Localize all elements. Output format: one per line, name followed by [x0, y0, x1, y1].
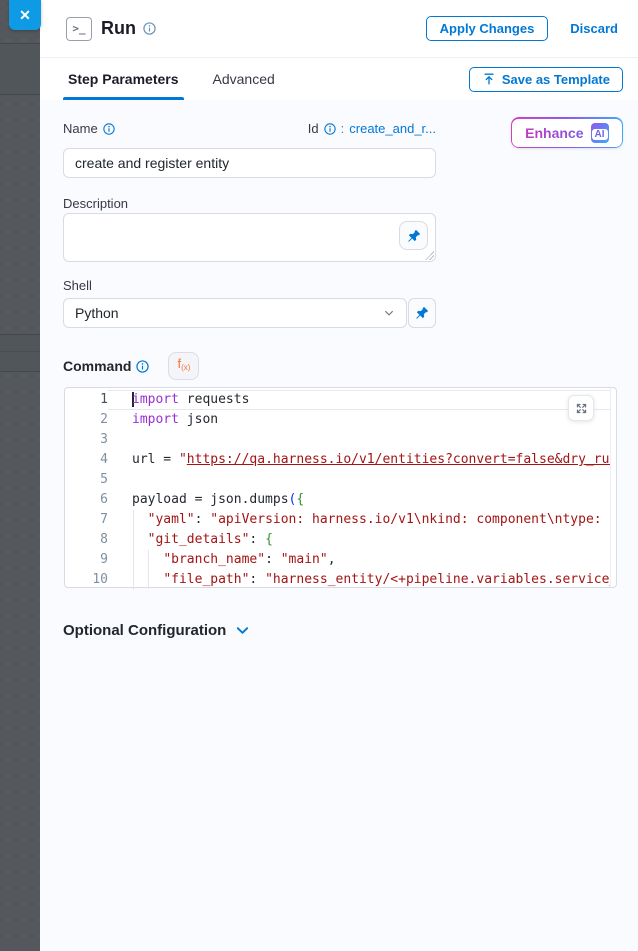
pipeline-canvas-strip	[0, 0, 40, 951]
code-line[interactable]: 7 "yaml": "apiVersion: harness.io/v1\nki…	[65, 510, 610, 530]
command-info-icon[interactable]	[136, 360, 149, 373]
expand-icon	[575, 402, 588, 415]
command-editor-lines: 1import requests2import json34url = "htt…	[65, 390, 610, 587]
id-value: create_and_r...	[349, 121, 436, 136]
shell-label: Shell	[63, 278, 92, 293]
step-parameters-panel: Enhance AI Name Id	[40, 100, 638, 951]
description-label: Description	[63, 196, 128, 211]
enhance-ai-button[interactable]: Enhance AI	[511, 117, 623, 148]
save-as-template-button[interactable]: Save as Template	[469, 67, 623, 92]
step-title: Run	[101, 18, 136, 39]
line-number: 8	[65, 530, 108, 550]
line-number: 7	[65, 510, 108, 530]
step-info-icon[interactable]	[143, 22, 156, 35]
line-number: 10	[65, 570, 108, 587]
code-content: url = "https://qa.harness.io/v1/entities…	[108, 450, 610, 470]
code-line[interactable]: 1import requests	[65, 390, 610, 410]
code-line[interactable]: 8 "git_details": {	[65, 530, 610, 550]
tabs-row: Step Parameters Advanced Save as Templat…	[40, 58, 638, 100]
indent-guide	[148, 550, 149, 589]
name-input[interactable]	[63, 148, 436, 178]
header-actions: Apply Changes Discard	[426, 16, 618, 41]
code-line[interactable]: 3	[65, 430, 610, 450]
line-number: 6	[65, 490, 108, 510]
enhance-label: Enhance	[525, 125, 583, 141]
pin-icon	[415, 306, 429, 320]
description-field	[63, 213, 436, 262]
canvas-panel-band	[0, 335, 40, 371]
fx-expression-button[interactable]: f(x)	[168, 352, 199, 380]
code-content: payload = json.dumps({	[108, 490, 610, 510]
id-label: Id	[308, 121, 319, 136]
description-textarea[interactable]	[63, 213, 436, 262]
shell-pin-button[interactable]	[408, 298, 436, 328]
screen: ✕ >_ Run Apply Changes Discard Step Para…	[0, 0, 638, 951]
canvas-divider	[0, 94, 40, 95]
line-number: 9	[65, 550, 108, 570]
name-label: Name	[63, 121, 115, 136]
pin-icon	[407, 229, 421, 243]
code-line[interactable]: 2import json	[65, 410, 610, 430]
code-line[interactable]: 10 "file_path": "harness_entity/<+pipeli…	[65, 570, 610, 587]
indent-guide	[133, 510, 134, 590]
command-code-editor[interactable]: 1import requests2import json34url = "htt…	[64, 387, 617, 588]
chevron-down-icon	[383, 307, 395, 319]
apply-changes-button[interactable]: Apply Changes	[426, 16, 549, 41]
code-line[interactable]: 4url = "https://qa.harness.io/v1/entitie…	[65, 450, 610, 470]
code-line[interactable]: 5	[65, 470, 610, 490]
line-number: 4	[65, 450, 108, 470]
command-row: Command f(x)	[63, 352, 199, 380]
code-content: "branch_name": "main",	[108, 550, 610, 570]
expand-editor-button[interactable]	[568, 395, 594, 421]
line-number: 5	[65, 470, 108, 490]
textarea-resize-handle[interactable]	[425, 251, 434, 260]
optional-configuration-toggle[interactable]: Optional Configuration	[63, 622, 250, 639]
shell-select[interactable]: Python	[63, 298, 407, 328]
code-line[interactable]: 6payload = json.dumps({	[65, 490, 610, 510]
close-drawer-button[interactable]: ✕	[9, 0, 41, 30]
code-line[interactable]: 9 "branch_name": "main",	[65, 550, 610, 570]
upload-template-icon	[482, 72, 496, 86]
step-id: Id : create_and_r...	[308, 121, 436, 136]
line-number: 1	[65, 390, 108, 410]
tab-advanced[interactable]: Advanced	[208, 58, 280, 100]
code-content	[108, 430, 610, 450]
tab-step-parameters[interactable]: Step Parameters	[63, 58, 184, 100]
canvas-divider	[0, 371, 40, 372]
close-icon: ✕	[19, 7, 31, 24]
name-id-row: Name Id : create_and_r...	[63, 121, 436, 136]
name-info-icon[interactable]	[103, 123, 115, 135]
code-content: "git_details": {	[108, 530, 610, 550]
shell-value: Python	[75, 305, 119, 321]
step-config-drawer: >_ Run Apply Changes Discard Step Parame…	[40, 0, 638, 951]
description-pin-button[interactable]	[399, 221, 428, 250]
id-info-icon[interactable]	[324, 123, 336, 135]
canvas-panel-band	[0, 44, 40, 94]
code-content: import json	[108, 410, 610, 430]
command-label: Command	[63, 358, 149, 374]
line-number: 2	[65, 410, 108, 430]
code-content	[108, 470, 610, 490]
line-number: 3	[65, 430, 108, 450]
drawer-header: >_ Run Apply Changes Discard	[40, 0, 638, 58]
code-content: import requests	[108, 390, 610, 410]
code-content: "yaml": "apiVersion: harness.io/v1\nkind…	[108, 510, 610, 530]
terminal-step-icon: >_	[66, 17, 92, 41]
editor-scrollbar-track[interactable]	[610, 388, 611, 587]
canvas-divider	[0, 351, 40, 352]
ai-badge: AI	[591, 123, 609, 143]
discard-button[interactable]: Discard	[570, 21, 618, 36]
code-content: "file_path": "harness_entity/<+pipeline.…	[108, 570, 610, 587]
chevron-down-icon	[235, 623, 250, 638]
